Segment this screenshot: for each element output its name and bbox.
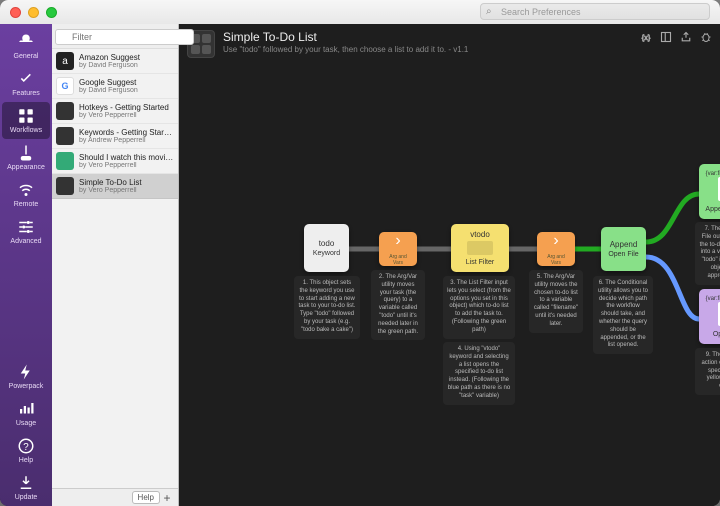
window-titlebar: ⌕ Search Preferences (0, 0, 720, 24)
nav-appearance[interactable]: Appearance (2, 139, 50, 176)
hat-icon (16, 32, 36, 52)
workflow-name: Amazon Suggest (79, 53, 174, 62)
workflow-author: by Vero Pepperrell (79, 112, 174, 119)
node-argvar-1[interactable]: › Arg and Vars (379, 232, 417, 266)
node-open-file[interactable]: {var:filename}.txt Open File (699, 289, 720, 344)
workflow-list-item[interactable]: a Amazon Suggestby David Ferguson (52, 49, 178, 74)
variables-button[interactable]: {x} (639, 30, 652, 43)
nav-general[interactable]: General (2, 28, 50, 65)
help-button[interactable]: Help (132, 491, 160, 504)
workflow-item-icon (56, 152, 74, 170)
workflow-item-icon (56, 177, 74, 195)
node-append-file[interactable]: {var:filename}.txt Append to File (699, 164, 720, 219)
node-keyword[interactable]: todo Keyword (304, 224, 349, 272)
sidebar-nav: General Features Workflows Appearance Re… (0, 24, 52, 506)
download-icon (16, 473, 36, 493)
desc-9: 9. The Open File action opens the list s… (695, 348, 720, 395)
svg-text:?: ? (23, 442, 29, 453)
workflow-canvas[interactable]: todo Keyword › Arg and Vars vtodo List F… (179, 64, 720, 506)
nav-features[interactable]: Features (2, 65, 50, 102)
filter-input[interactable] (55, 29, 194, 45)
chevron-right-icon: › (553, 232, 558, 250)
zoom-window-button[interactable] (46, 7, 57, 18)
nav-remote[interactable]: Remote (2, 176, 50, 213)
search-preferences-input[interactable]: ⌕ Search Preferences (480, 3, 710, 20)
desc-5: 5. The Arg/Var utility moves the chosen … (529, 270, 583, 333)
svg-text:{x}: {x} (641, 33, 650, 42)
workflow-list-item[interactable]: Should I watch this movie?by Vero Pepper… (52, 149, 178, 174)
workflow-name: Keywords - Getting Started (79, 128, 174, 137)
nav-workflows[interactable]: Workflows (2, 102, 50, 139)
workflow-subtitle: Use "todo" followed by your task, then c… (223, 45, 631, 54)
desc-6: 6. The Conditional utility allows you to… (593, 276, 653, 354)
workflow-list-item[interactable]: G Google Suggestby David Ferguson (52, 74, 178, 99)
nav-usage[interactable]: Usage (2, 395, 50, 432)
workflow-list-panel: ⌕ ⚙ aAmazon Suggestby David FergusonGGoo… (52, 24, 179, 506)
minimize-window-button[interactable] (28, 7, 39, 18)
workflow-list-item[interactable]: Keywords - Getting Startedby Andrew Pepp… (52, 124, 178, 149)
desc-1: 1. This object sets the keyword you use … (294, 276, 360, 339)
list-icon (467, 241, 493, 255)
desc-3b: 4. Using "vtodo" keyword and selecting a… (443, 342, 515, 405)
workflow-name: Should I watch this movie? (79, 153, 174, 162)
chevron-right-icon: › (395, 232, 400, 250)
debug-button[interactable] (699, 30, 712, 43)
workflow-item-icon (56, 102, 74, 120)
check-icon (16, 69, 36, 89)
search-icon: ⌕ (486, 6, 492, 17)
workflow-title: Simple To-Do List (223, 30, 631, 44)
share-button[interactable] (679, 30, 692, 43)
node-argvar-2[interactable]: › Arg and Vars (537, 232, 575, 266)
workflow-author: by David Ferguson (79, 62, 174, 69)
nav-powerpack[interactable]: Powerpack (2, 358, 50, 395)
nav-advanced[interactable]: Advanced (2, 213, 50, 250)
desc-2: 2. The Arg/Var utility moves your task (… (371, 270, 425, 340)
workflow-name: Google Suggest (79, 78, 174, 87)
sliders-icon (16, 217, 36, 237)
add-workflow-button[interactable]: + (160, 491, 174, 505)
workflow-item-icon: G (56, 77, 74, 95)
workflow-item-icon: a (56, 52, 74, 70)
workflow-icon (16, 106, 36, 126)
close-window-button[interactable] (10, 7, 21, 18)
workflow-name: Hotkeys - Getting Started (79, 103, 174, 112)
workflow-author: by David Ferguson (79, 87, 174, 94)
nav-update[interactable]: Update (2, 469, 50, 506)
nav-help[interactable]: ? Help (2, 432, 50, 469)
bolt-icon (16, 362, 36, 382)
workflow-item-icon (56, 127, 74, 145)
workflow-name: Simple To-Do List (79, 178, 174, 187)
toggle-panel-button[interactable] (659, 30, 672, 43)
brush-icon (16, 143, 36, 163)
workflow-author: by Vero Pepperrell (79, 187, 174, 194)
workflow-list-item[interactable]: Simple To-Do Listby Vero Pepperrell (52, 174, 178, 199)
signal-icon (16, 180, 36, 200)
chart-icon (16, 399, 36, 419)
desc-3: 3. The List Filter input lets you select… (443, 276, 515, 339)
help-icon: ? (16, 436, 36, 456)
workflow-list-item[interactable]: Hotkeys - Getting Startedby Vero Pepperr… (52, 99, 178, 124)
node-list-filter[interactable]: vtodo List Filter (451, 224, 509, 272)
workflow-author: by Andrew Pepperrell (79, 137, 174, 144)
node-conditional[interactable]: Append Open File (601, 227, 646, 271)
desc-7: 7. The Append To File output appends the… (695, 222, 720, 285)
workflow-author: by Vero Pepperrell (79, 162, 174, 169)
